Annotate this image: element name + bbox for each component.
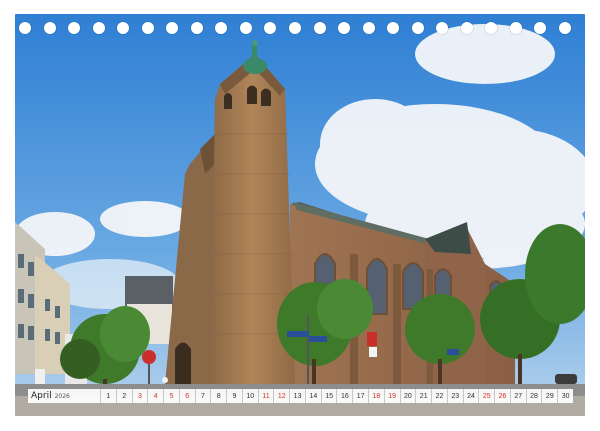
calendar-page: April 2026 1 2 3 4 5 6 7 8 9 10 11 12 13 14 15 16 17 18 19…: [0, 0, 600, 431]
day-cell: 16: [336, 389, 352, 403]
day-cell: 17: [352, 389, 368, 403]
date-strip: April 2026 1 2 3 4 5 6 7 8 9 10 11 12 13 14 15 16 17 18 19…: [28, 389, 573, 403]
day-cell: 11: [257, 389, 274, 403]
day-cell: 3: [131, 389, 148, 403]
day-cell: 24: [462, 389, 479, 403]
day-cell: 10: [241, 389, 258, 403]
day-cell: 18: [368, 389, 384, 403]
day-cell: 27: [509, 389, 526, 403]
photo-scene: [15, 14, 585, 416]
day-cell: 5: [163, 389, 179, 403]
day-cell: 26: [494, 389, 510, 403]
day-cell: 20: [399, 389, 416, 403]
day-cell: 7: [194, 389, 211, 403]
month-name: April: [31, 391, 52, 401]
day-cell: 6: [178, 389, 195, 403]
day-cell: 29: [541, 389, 557, 403]
day-cell: 13: [289, 389, 305, 403]
day-cell: 23: [446, 389, 463, 403]
day-cell: 14: [304, 389, 321, 403]
church-photo: [15, 14, 585, 416]
month-label: April 2026: [28, 391, 100, 401]
day-cell: 30: [557, 389, 573, 403]
day-cell: 8: [210, 389, 226, 403]
day-list: 1 2 3 4 5 6 7 8 9 10 11 12 13 14 15 16 17 18 19 20 21 22 23 24 2…: [100, 389, 573, 403]
day-cell: 28: [525, 389, 542, 403]
day-cell: 12: [273, 389, 289, 403]
day-cell: 22: [431, 389, 447, 403]
day-cell: 15: [320, 389, 337, 403]
day-cell: 19: [383, 389, 400, 403]
day-cell: 25: [478, 389, 494, 403]
day-cell: 4: [147, 389, 163, 403]
day-cell: 2: [115, 389, 132, 403]
day-cell: 21: [415, 389, 431, 403]
day-cell: 1: [100, 389, 116, 403]
month-year: 2026: [54, 393, 70, 400]
day-cell: 9: [226, 389, 242, 403]
